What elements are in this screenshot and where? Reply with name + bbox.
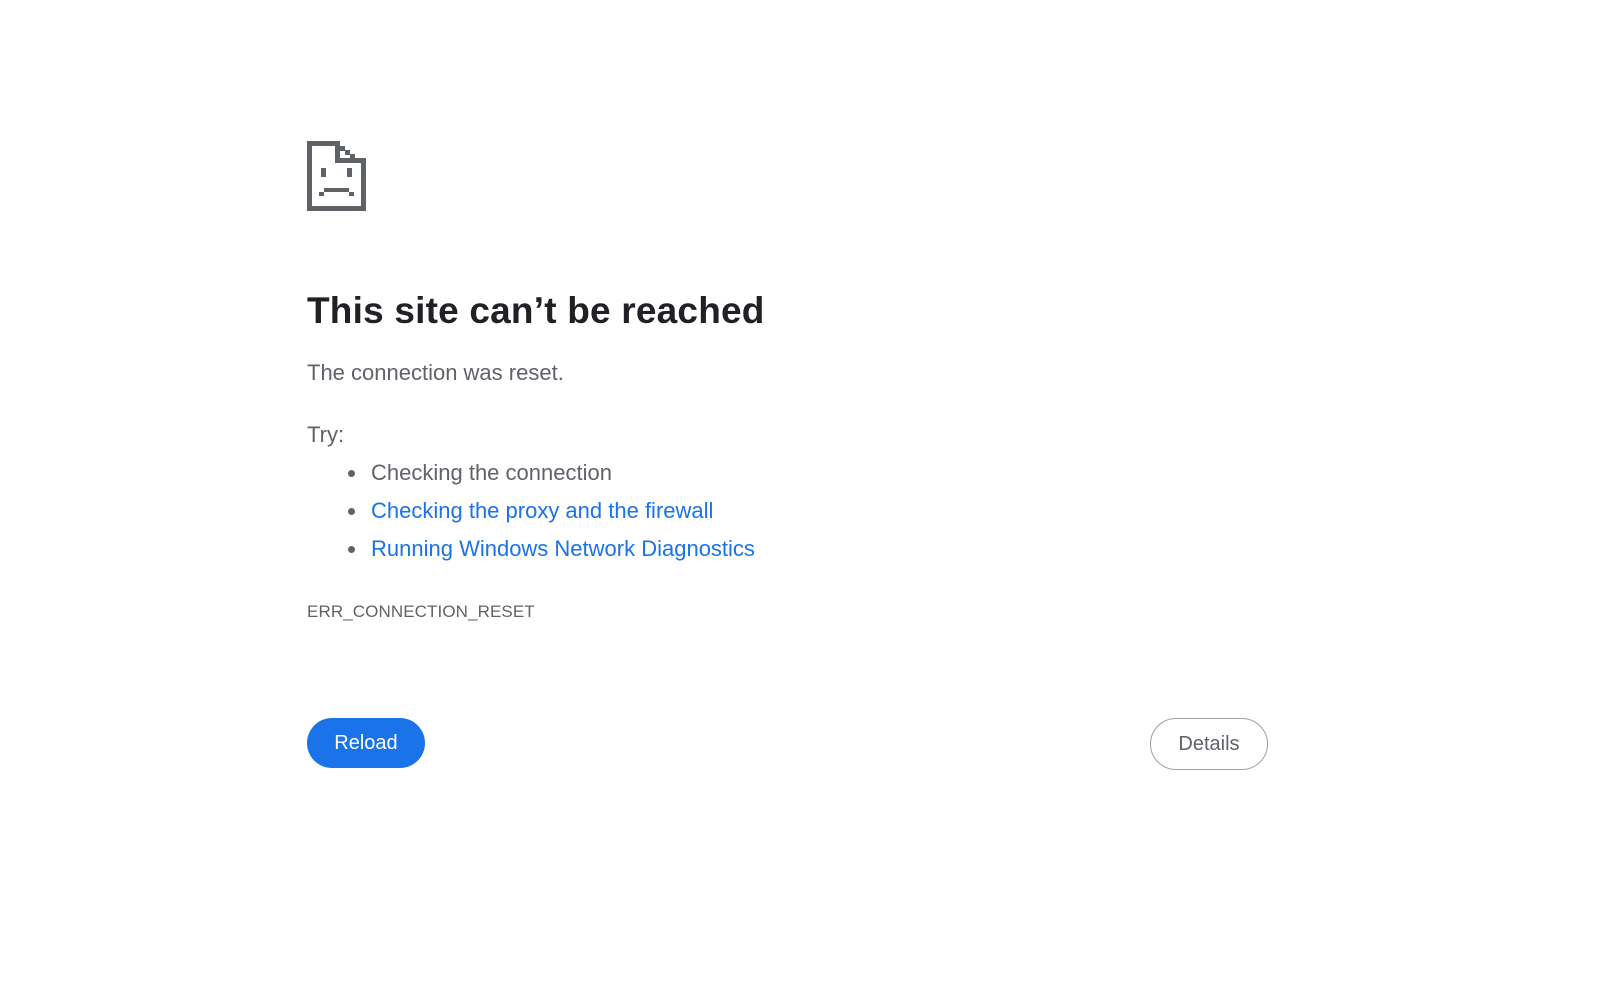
suggestion-network-diagnostics: Running Windows Network Diagnostics [307,535,1267,573]
details-button[interactable]: Details [1150,718,1268,770]
reload-button[interactable]: Reload [307,718,425,768]
bullet-icon [348,508,355,515]
try-label: Try: [307,422,345,447]
suggestion-check-proxy-firewall: Checking the proxy and the firewall [307,497,1267,535]
error-page: This site can’t be reached The connectio… [0,0,1600,1000]
proxy-firewall-link[interactable]: Checking the proxy and the firewall [371,498,713,523]
sad-document-icon [307,141,366,211]
error-title: This site can’t be reached [307,290,765,331]
suggestion-label: Checking the connection [371,460,612,485]
bullet-icon [348,546,355,553]
network-diagnostics-link[interactable]: Running Windows Network Diagnostics [371,536,755,561]
suggestion-check-connection: Checking the connection [307,459,1267,497]
error-content: This site can’t be reached The connectio… [307,141,1267,623]
error-code: ERR_CONNECTION_RESET [307,602,535,621]
error-subtitle: The connection was reset. [307,360,564,385]
bullet-icon [348,470,355,477]
suggestions-list: Checking the connection Checking the pro… [307,459,1267,573]
